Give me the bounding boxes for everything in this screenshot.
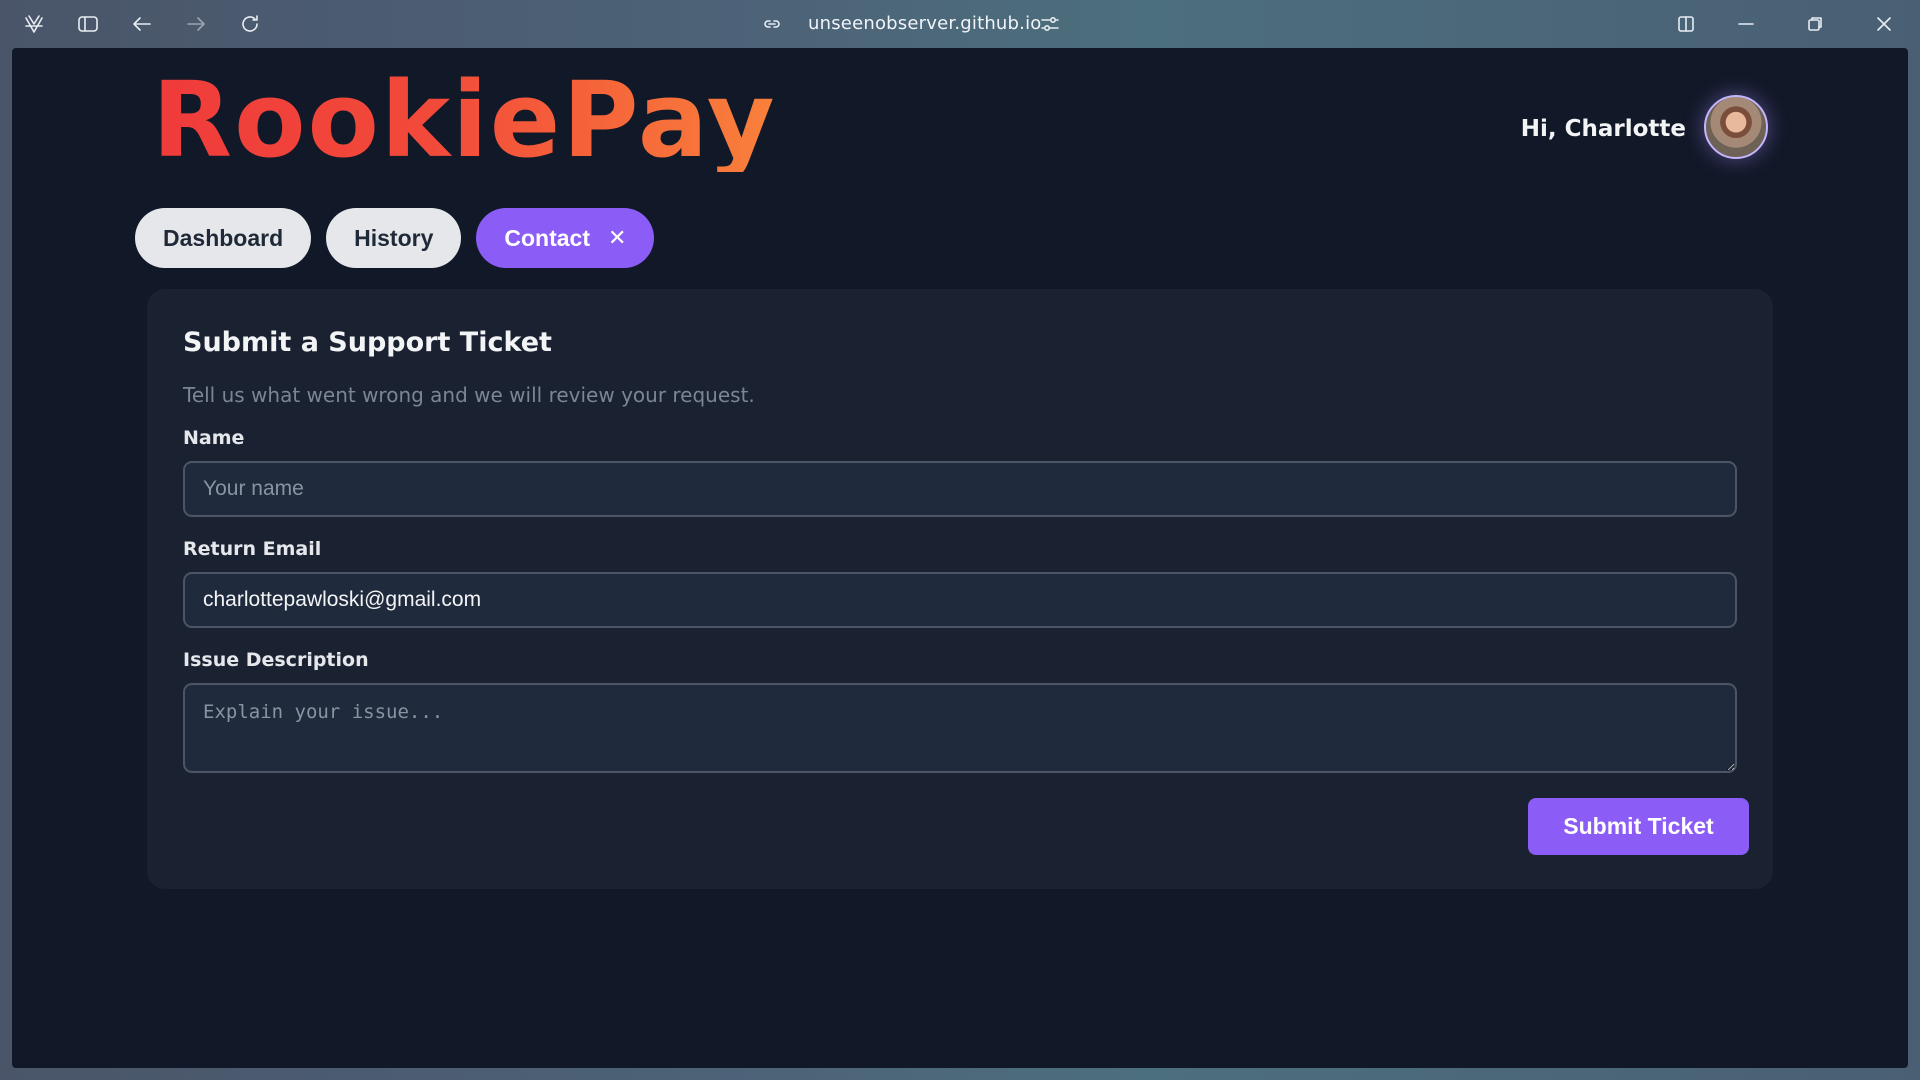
forward-arrow-icon[interactable] bbox=[184, 12, 208, 36]
user-greeting: Hi, Charlotte bbox=[1520, 116, 1686, 142]
tab-label: Dashboard bbox=[163, 224, 284, 251]
restore-icon[interactable] bbox=[1803, 12, 1827, 36]
form-title: Submit a Support Ticket bbox=[183, 327, 552, 358]
issue-description-label: Issue Description bbox=[183, 649, 369, 671]
close-tab-icon[interactable]: ✕ bbox=[608, 227, 626, 249]
site-settings-icon[interactable] bbox=[1038, 12, 1062, 36]
back-arrow-icon[interactable] bbox=[130, 12, 154, 36]
submit-ticket-button[interactable]: Submit Ticket bbox=[1528, 798, 1749, 855]
form-subtitle: Tell us what went wrong and we will revi… bbox=[183, 383, 755, 407]
close-window-icon[interactable] bbox=[1872, 12, 1896, 36]
split-view-icon[interactable] bbox=[1674, 12, 1698, 36]
tab-dashboard[interactable]: Dashboard bbox=[135, 208, 312, 268]
tab-label: Contact bbox=[504, 224, 591, 251]
tab-label: History bbox=[354, 224, 434, 251]
minimize-icon[interactable] bbox=[1734, 12, 1758, 36]
support-ticket-card: Submit a Support Ticket Tell us what wen… bbox=[147, 289, 1773, 889]
address-bar-url[interactable]: unseenobserver.github.io bbox=[808, 13, 1042, 34]
tab-contact[interactable]: Contact ✕ bbox=[476, 208, 655, 268]
return-email-label: Return Email bbox=[183, 538, 322, 560]
sidebar-toggle-icon[interactable] bbox=[76, 12, 100, 36]
rookiepay-logo[interactable]: RookiePay bbox=[152, 68, 777, 172]
browser-toolbar: unseenobserver.github.io bbox=[0, 0, 1920, 48]
name-input[interactable] bbox=[183, 461, 1737, 517]
return-email-input[interactable] bbox=[183, 572, 1737, 628]
reload-icon[interactable] bbox=[238, 12, 262, 36]
tab-history[interactable]: History bbox=[326, 208, 462, 268]
user-avatar[interactable] bbox=[1704, 95, 1768, 159]
browser-logo-icon[interactable] bbox=[22, 12, 46, 36]
page-viewport: RookiePay Hi, Charlotte Dashboard Histor… bbox=[12, 48, 1908, 1068]
link-icon[interactable] bbox=[760, 12, 784, 36]
name-label: Name bbox=[183, 427, 245, 449]
nav-tabs: Dashboard History Contact ✕ bbox=[135, 208, 655, 268]
issue-description-textarea[interactable] bbox=[183, 683, 1737, 773]
